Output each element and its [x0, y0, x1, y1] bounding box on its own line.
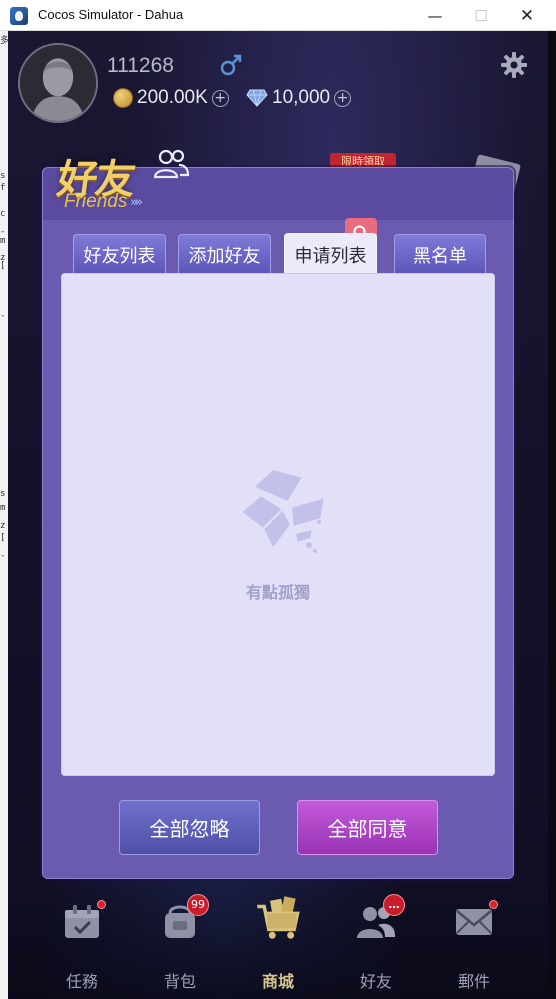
console-line: f	[0, 183, 6, 193]
nav-label-backpack: 背包	[163, 972, 196, 991]
request-list-content: 有點孤獨	[61, 273, 495, 776]
male-gender-icon	[220, 54, 242, 76]
window-titlebar: Cocos Simulator - Dahua — ☐ ✕	[0, 0, 556, 31]
nav-item-mail[interactable]: 郵件	[439, 900, 509, 991]
gem-amount: 10,000	[272, 87, 331, 108]
right-edge	[548, 31, 556, 999]
console-line: 多	[0, 36, 8, 46]
tasks-alert-dot	[97, 900, 106, 909]
player-avatar[interactable]	[18, 43, 98, 123]
ignore-all-button[interactable]: 全部忽略	[119, 800, 260, 855]
maximize-button[interactable]: ☐	[458, 0, 504, 31]
friends-title-en: Friends	[64, 191, 128, 212]
nav-item-shop[interactable]: 商城	[243, 896, 313, 991]
close-window-button[interactable]: ✕	[504, 0, 550, 31]
friends-title-logo: 好友 Friends »»	[54, 147, 190, 227]
nav-label-mail: 郵件	[457, 972, 490, 991]
console-line: m	[0, 503, 6, 513]
console-strip: 多 s f c - m z [ - s m z [ -	[0, 31, 8, 999]
add-gold-button[interactable]: +	[211, 89, 229, 107]
empty-state-text: 有點孤獨	[245, 583, 310, 602]
tab-add-friend[interactable]: 添加好友	[178, 234, 271, 274]
nav-label-tasks: 任務	[65, 972, 98, 991]
mail-icon	[456, 909, 492, 935]
avatar-silhouette-icon	[20, 45, 96, 121]
friends-alert-badge: …	[383, 894, 405, 916]
game-viewport: 111268 200.00K + 10,000 + 限時領取 好友 Friend…	[8, 31, 548, 999]
people-outline-icon	[153, 149, 190, 179]
console-line: m	[0, 236, 6, 246]
add-gems-button[interactable]: +	[334, 89, 352, 107]
nav-item-friends[interactable]: … 好友	[341, 894, 411, 991]
player-id: 111268	[107, 54, 174, 77]
nav-item-backpack[interactable]: 99 背包	[145, 894, 215, 991]
console-line: s	[0, 489, 6, 499]
task-calendar-icon	[65, 905, 99, 938]
diamond-icon	[246, 89, 268, 107]
console-line: c	[0, 209, 6, 219]
friends-title-arrows: »»	[130, 195, 143, 210]
gem-display: 10,000 +	[246, 87, 352, 109]
console-line: s	[0, 171, 6, 181]
console-line: [	[0, 533, 6, 543]
tab-request-list[interactable]: 申请列表	[284, 233, 377, 275]
shop-cart-icon	[257, 896, 300, 939]
tab-friend-list[interactable]: 好友列表	[73, 234, 166, 274]
mail-alert-dot	[489, 900, 498, 909]
gold-coin-icon	[113, 88, 133, 108]
gold-amount: 200.00K	[137, 87, 208, 108]
tab-blacklist[interactable]: 黑名单	[394, 234, 486, 274]
agree-all-button[interactable]: 全部同意	[297, 800, 438, 855]
nav-label-shop: 商城	[261, 972, 294, 991]
backpack-count-badge: 99	[187, 894, 209, 916]
minimize-button[interactable]: —	[412, 0, 458, 31]
console-line: -	[0, 311, 6, 321]
window-title: Cocos Simulator - Dahua	[38, 7, 184, 22]
console-line: [	[0, 261, 6, 271]
console-line: z	[0, 521, 6, 531]
nav-label-friends: 好友	[359, 972, 392, 991]
empty-box-icon	[239, 467, 327, 553]
settings-gear-icon[interactable]	[500, 51, 528, 79]
cocos-app-icon	[10, 7, 28, 25]
bottom-nav: 任務 99 背包 商城 … 好友 郵件	[8, 879, 548, 999]
gold-display: 200.00K +	[113, 87, 229, 109]
nav-item-tasks[interactable]: 任務	[47, 900, 117, 991]
console-line: -	[0, 551, 6, 561]
